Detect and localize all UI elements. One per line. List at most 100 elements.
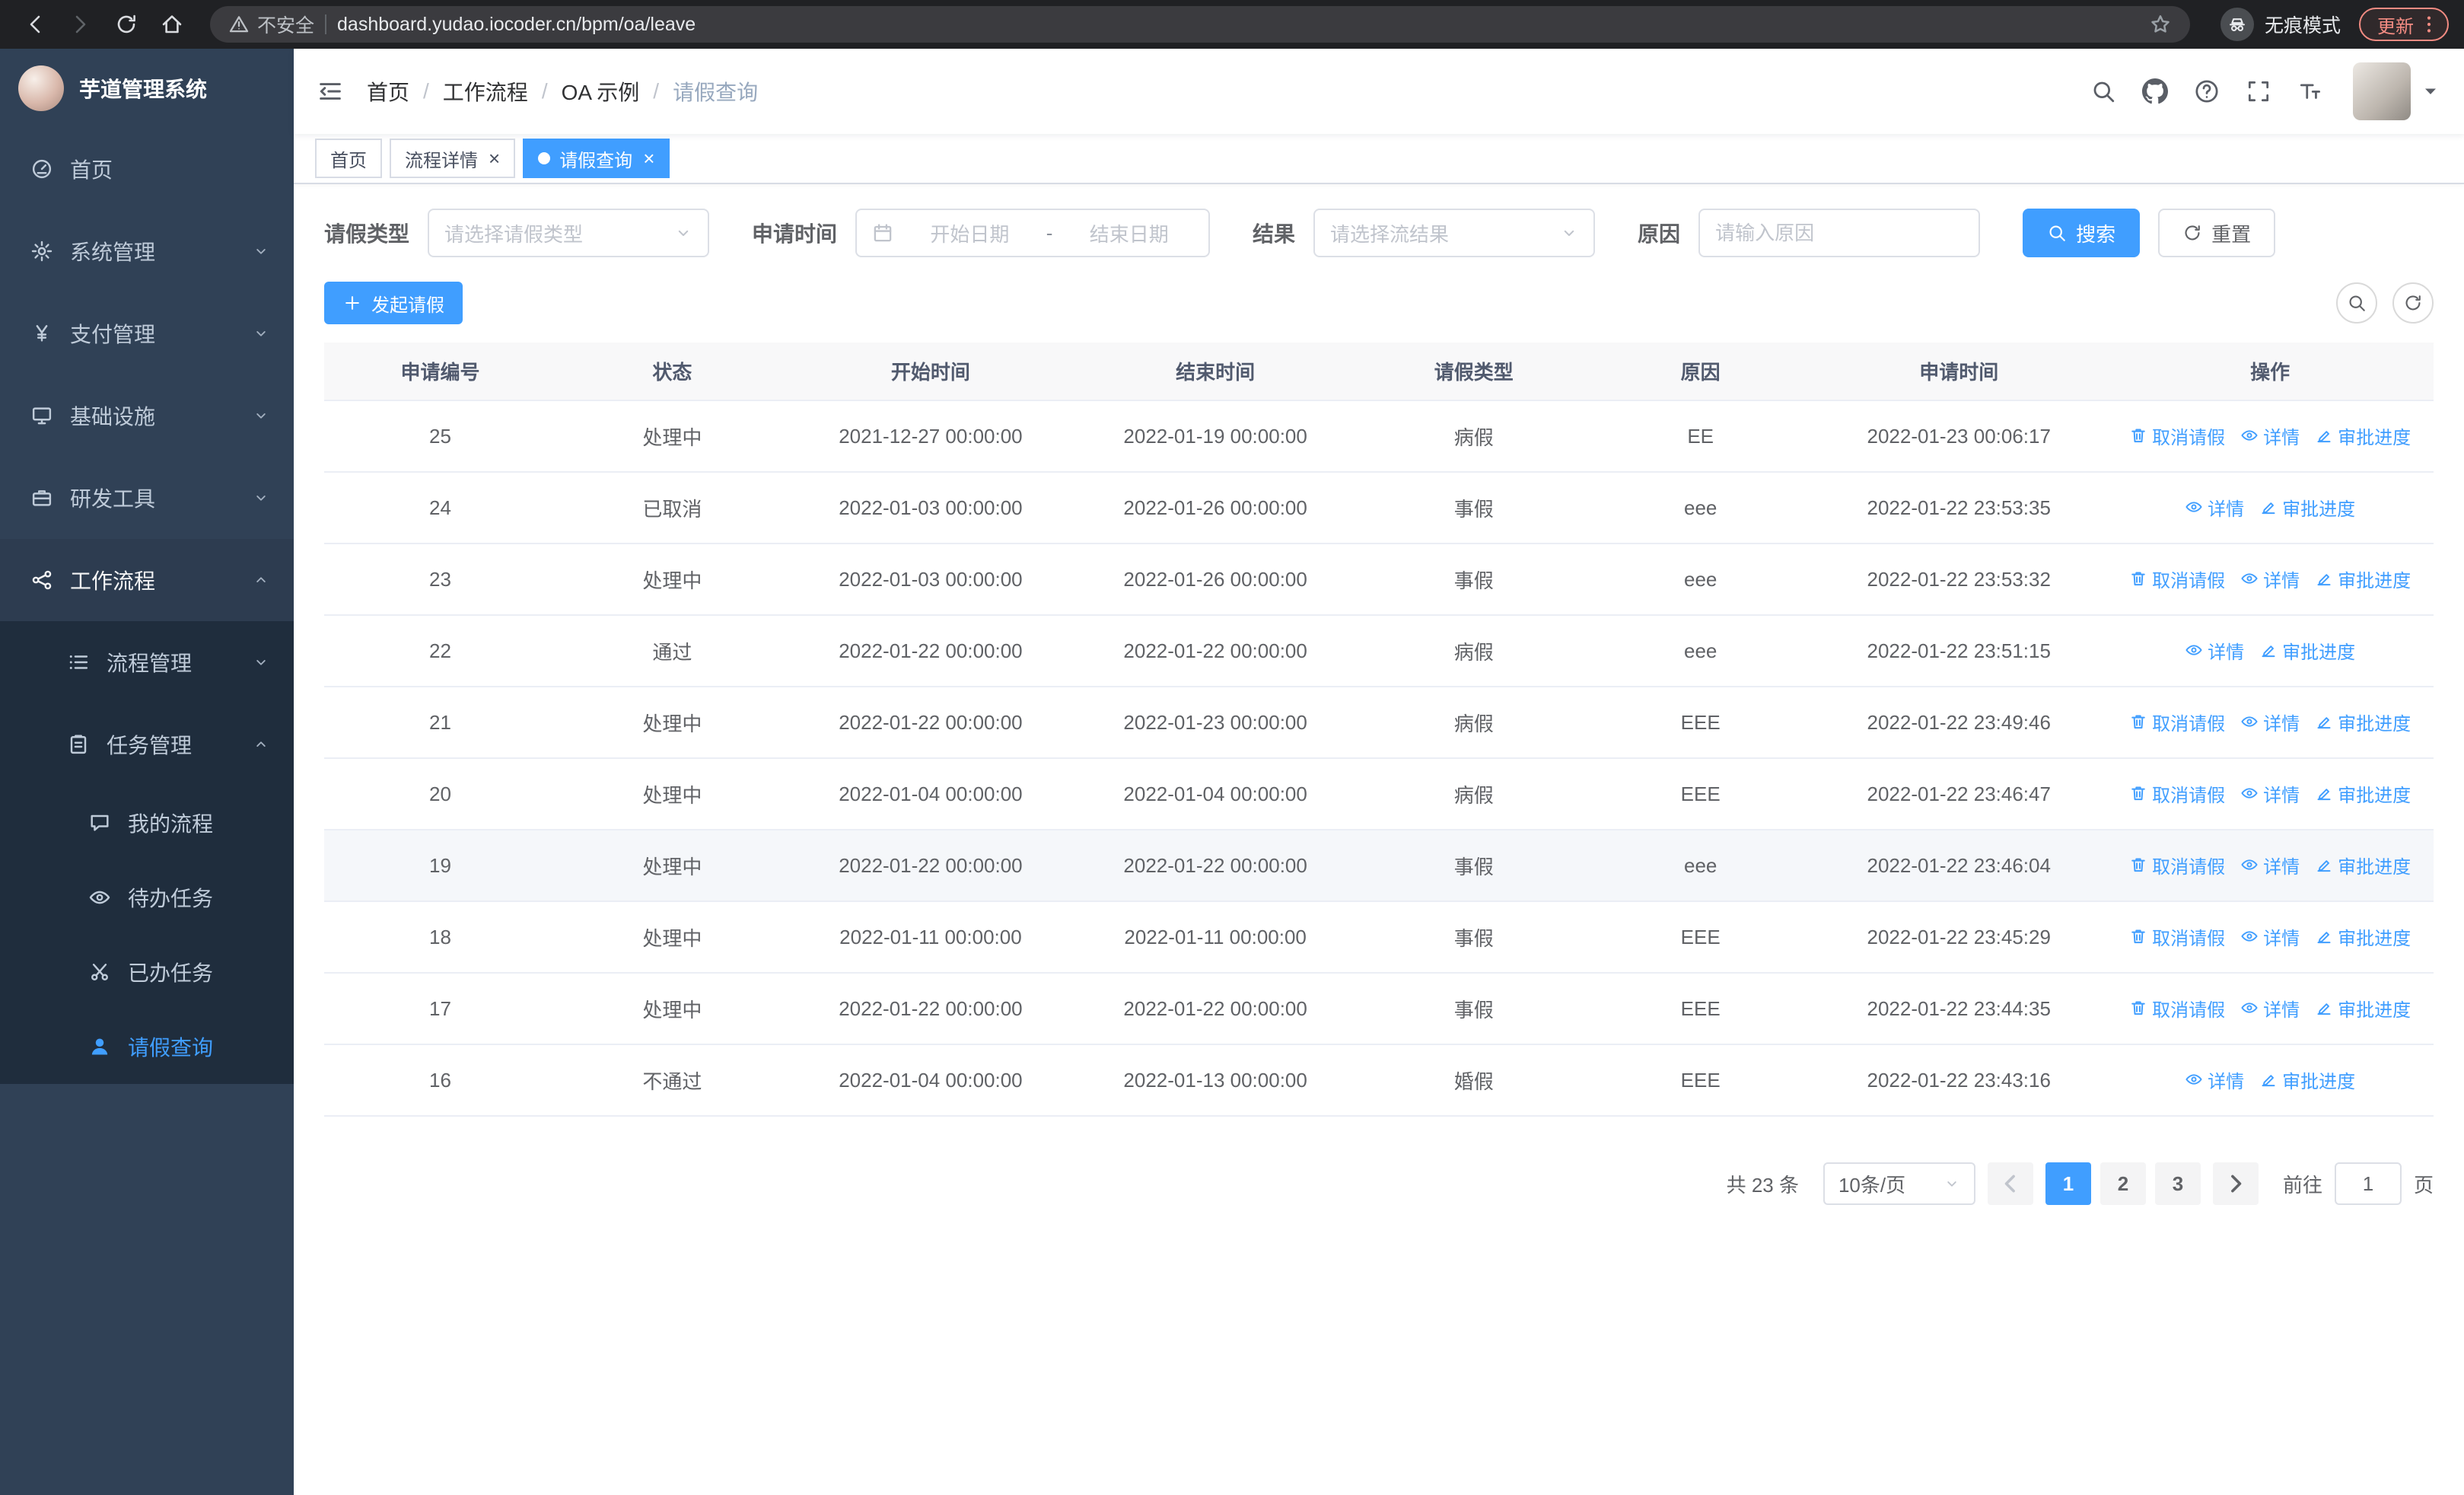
action-detail[interactable]: 详情	[2240, 709, 2300, 735]
browser-menu-dots-icon[interactable]	[2418, 14, 2440, 35]
goto-page-input[interactable]	[2334, 1162, 2402, 1205]
cell-leave-type: 病假	[1358, 687, 1590, 759]
action-detail[interactable]: 详情	[2240, 566, 2300, 592]
bookmark-star-icon[interactable]	[2149, 13, 2172, 36]
action-detail[interactable]: 详情	[2185, 494, 2244, 521]
fullscreen-icon[interactable]	[2234, 67, 2283, 116]
action-cancel[interactable]: 取消请假	[2129, 709, 2225, 735]
sidebar-subitem-3[interactable]: 待办任务	[0, 860, 294, 935]
sidebar-item-1[interactable]: 系统管理	[0, 210, 294, 292]
date-range-picker[interactable]: 开始日期 - 结束日期	[855, 209, 1211, 257]
tab-1[interactable]: 流程详情 ×	[390, 139, 516, 178]
page-button-3[interactable]: 3	[2154, 1162, 2201, 1205]
eye-icon	[2240, 927, 2259, 945]
result-select[interactable]: 请选择流结果	[1313, 209, 1596, 257]
action-progress[interactable]: 审批进度	[2259, 637, 2355, 664]
back-button[interactable]	[15, 5, 55, 44]
sidebar-item-label: 系统管理	[70, 241, 156, 264]
action-progress[interactable]: 审批进度	[2259, 494, 2355, 521]
action-progress[interactable]: 审批进度	[2315, 852, 2411, 878]
edit-icon	[2315, 426, 2333, 445]
user-menu[interactable]	[2353, 62, 2441, 120]
create-leave-button[interactable]: 发起请假	[324, 282, 463, 324]
page-size-select[interactable]: 10条/页	[1823, 1162, 1975, 1205]
github-icon[interactable]	[2131, 67, 2179, 116]
prev-page-button[interactable]	[1987, 1162, 2033, 1205]
action-cancel[interactable]: 取消请假	[2129, 995, 2225, 1022]
leave-type-select[interactable]: 请选择请假类型	[428, 209, 710, 257]
sidebar-subitem-4[interactable]: 已办任务	[0, 935, 294, 1009]
cell-actions: 详情 审批进度	[2106, 472, 2434, 544]
browser-home-button[interactable]	[152, 5, 192, 44]
help-icon[interactable]	[2182, 67, 2231, 116]
reset-button[interactable]: 重置	[2158, 209, 2276, 257]
eye-icon	[2240, 784, 2259, 802]
action-cancel[interactable]: 取消请假	[2129, 566, 2225, 592]
action-progress[interactable]: 审批进度	[2315, 995, 2411, 1022]
action-detail[interactable]: 详情	[2240, 422, 2300, 449]
sidebar-subitem-0[interactable]: 流程管理	[0, 621, 294, 703]
action-detail[interactable]: 详情	[2185, 637, 2244, 664]
sidebar-item-5[interactable]: 工作流程	[0, 539, 294, 621]
edit-icon	[2315, 999, 2333, 1017]
caret-down-icon	[2420, 81, 2441, 102]
url-text[interactable]: dashboard.yudao.iocoder.cn/bpm/oa/leave	[337, 14, 2138, 36]
user-avatar[interactable]	[2353, 62, 2411, 120]
sidebar-subitem-2[interactable]: 我的流程	[0, 786, 294, 860]
sidebar-item-3[interactable]: 基础设施	[0, 375, 294, 457]
action-progress[interactable]: 审批进度	[2315, 422, 2411, 449]
content: 请假类型 请选择请假类型 申请时间 开始日期 - 结束日期 结果 请选择流结果 …	[294, 184, 2464, 1495]
action-detail[interactable]: 详情	[2240, 995, 2300, 1022]
collapse-sidebar-icon[interactable]	[294, 78, 367, 105]
tab-0[interactable]: 首页	[315, 139, 382, 178]
site-security[interactable]: 不安全	[228, 11, 314, 38]
reset-button-label: 重置	[2211, 222, 2252, 246]
page-button-1[interactable]: 1	[2045, 1162, 2091, 1205]
forward-button[interactable]	[61, 5, 100, 44]
refresh-table-button[interactable]	[2392, 282, 2434, 324]
eye-icon	[88, 886, 111, 909]
total-count: 共 23 条	[1726, 1173, 1799, 1197]
sidebar-subitem-1[interactable]: 任务管理	[0, 703, 294, 786]
reload-button[interactable]	[107, 5, 146, 44]
sidebar-item-4[interactable]: 研发工具	[0, 457, 294, 539]
search-icon[interactable]	[2079, 67, 2128, 116]
cell-end-time: 2022-01-23 00:00:00	[1073, 687, 1358, 759]
action-progress[interactable]: 审批进度	[2315, 566, 2411, 592]
update-button[interactable]: 更新	[2359, 8, 2449, 41]
action-cancel[interactable]: 取消请假	[2129, 852, 2225, 878]
action-progress[interactable]: 审批进度	[2315, 923, 2411, 950]
next-page-button[interactable]	[2212, 1162, 2259, 1205]
close-icon[interactable]: ×	[643, 148, 654, 168]
action-detail[interactable]: 详情	[2185, 1066, 2244, 1093]
tab-2[interactable]: 请假查询 ×	[523, 139, 670, 178]
breadcrumb-item-1[interactable]: 工作流程	[443, 76, 528, 107]
breadcrumb-item-2[interactable]: OA 示例	[562, 76, 640, 107]
url-bar[interactable]: 不安全 dashboard.yudao.iocoder.cn/bpm/oa/le…	[210, 6, 2190, 43]
toggle-search-button[interactable]	[2336, 282, 2377, 324]
action-progress[interactable]: 审批进度	[2315, 709, 2411, 735]
sidebar-subitem-5[interactable]: 请假查询	[0, 1009, 294, 1084]
page-button-2[interactable]: 2	[2099, 1162, 2146, 1205]
font-size-icon[interactable]	[2286, 67, 2335, 116]
breadcrumb-item-0[interactable]: 首页	[367, 76, 409, 107]
action-detail[interactable]: 详情	[2240, 852, 2300, 878]
action-cancel[interactable]: 取消请假	[2129, 422, 2225, 449]
action-cancel[interactable]: 取消请假	[2129, 923, 2225, 950]
trash-icon	[2129, 927, 2147, 945]
action-detail[interactable]: 详情	[2240, 780, 2300, 807]
trash-icon	[2129, 569, 2147, 588]
search-button[interactable]: 搜索	[2023, 209, 2141, 257]
action-detail[interactable]: 详情	[2240, 923, 2300, 950]
trash-icon	[2129, 999, 2147, 1017]
reason-input[interactable]	[1698, 209, 1981, 257]
chevron-up-icon	[253, 572, 269, 588]
action-progress[interactable]: 审批进度	[2259, 1066, 2355, 1093]
cell-reason: eee	[1590, 543, 1812, 616]
close-icon[interactable]: ×	[489, 148, 500, 168]
column-header-2: 开始时间	[788, 343, 1074, 401]
sidebar-item-0[interactable]: 首页	[0, 128, 294, 210]
action-progress[interactable]: 审批进度	[2315, 780, 2411, 807]
sidebar-item-2[interactable]: 支付管理	[0, 292, 294, 375]
action-cancel[interactable]: 取消请假	[2129, 780, 2225, 807]
